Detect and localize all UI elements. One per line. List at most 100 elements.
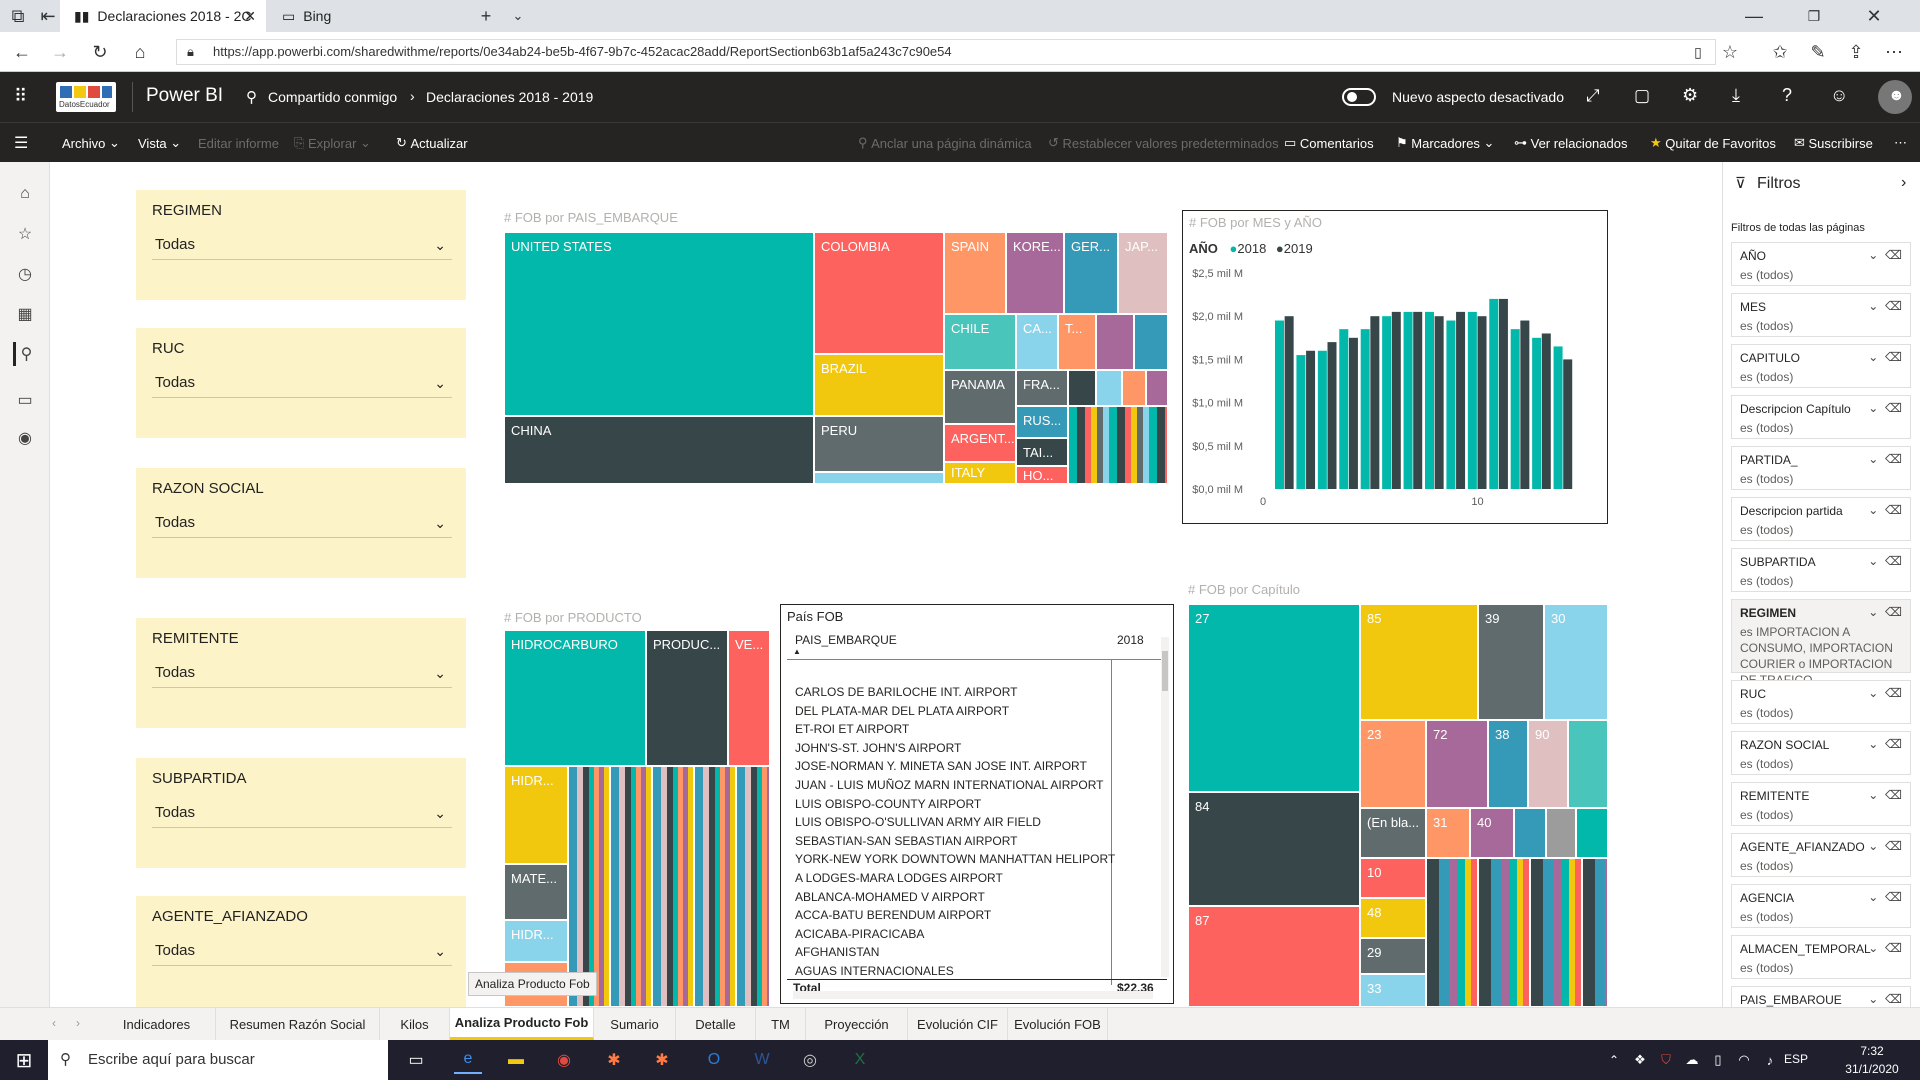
treemap-tile[interactable]: FRA... bbox=[1016, 370, 1068, 406]
table-row[interactable]: AFGHANISTAN bbox=[795, 945, 1115, 963]
slicer-regimen[interactable]: REGIMEN Todas ⌄ bbox=[136, 190, 466, 300]
window-close-icon[interactable]: ✕ bbox=[1860, 2, 1888, 30]
chrome-icon[interactable]: ◉ bbox=[550, 1046, 578, 1074]
page-tab[interactable]: Resumen Razón Social bbox=[216, 1008, 380, 1040]
more-icon[interactable]: ⋯ bbox=[1880, 38, 1908, 66]
treemap-tile[interactable] bbox=[1122, 370, 1146, 406]
treemap-tile[interactable]: PANAMA bbox=[944, 370, 1016, 424]
chevron-down-icon[interactable]: ⌄ ⌫ bbox=[1868, 941, 1902, 955]
excel-icon[interactable]: X bbox=[846, 1046, 874, 1074]
slicer-razon-social[interactable]: RAZON SOCIAL Todas ⌄ bbox=[136, 468, 466, 578]
smiley-icon[interactable]: ☺ bbox=[1830, 85, 1848, 106]
treemap-tile[interactable]: CA... bbox=[1016, 314, 1058, 370]
app-launcher-icon[interactable]: ⠿ bbox=[14, 86, 27, 107]
chevron-right-icon[interactable]: › bbox=[1901, 174, 1906, 192]
treemap-tile[interactable]: 72 bbox=[1426, 720, 1488, 808]
avatar[interactable]: ☻ bbox=[1878, 80, 1912, 114]
marcadores-menu[interactable]: ⚑ Marcadores ⌄ bbox=[1396, 123, 1494, 163]
my-workspace-icon[interactable]: ◉ bbox=[13, 426, 37, 450]
chevron-down-icon[interactable]: ⌄ ⌫ bbox=[1868, 788, 1902, 802]
chevron-down-icon[interactable]: ⌄ bbox=[504, 2, 532, 30]
treemap-tile[interactable]: ARGENT... bbox=[944, 424, 1016, 462]
treemap-tile[interactable]: CHILE bbox=[944, 314, 1016, 370]
filter-card[interactable]: Descripcion Capítulo es (todos) ⌄ ⌫ bbox=[1731, 395, 1911, 439]
table-row[interactable]: ET-ROI ET AIRPORT bbox=[795, 722, 1115, 740]
volume-icon[interactable]: ♪ bbox=[1756, 1046, 1784, 1074]
security-icon[interactable]: ⛉ bbox=[1652, 1046, 1680, 1074]
app-icon[interactable]: ✱ bbox=[648, 1046, 676, 1074]
filter-card[interactable]: AÑO es (todos) ⌄ ⌫ bbox=[1731, 242, 1911, 286]
page-tab[interactable]: Evolución CIF bbox=[908, 1008, 1008, 1040]
bar-2018[interactable] bbox=[1467, 311, 1477, 489]
bar-2018[interactable] bbox=[1553, 346, 1563, 489]
bar-2019[interactable] bbox=[1413, 311, 1423, 489]
tab-actions-icon[interactable]: ⧉ bbox=[4, 2, 32, 30]
table-row[interactable]: JUAN - LUIS MUÑOZ MARN INTERNATIONAL AIR… bbox=[795, 778, 1115, 796]
table-row[interactable]: LUIS OBISPO-O'SULLIVAN ARMY AIR FIELD bbox=[795, 815, 1115, 833]
filter-card[interactable]: CAPITULO es (todos) ⌄ ⌫ bbox=[1731, 344, 1911, 388]
chevron-down-icon[interactable]: ⌄ ⌫ bbox=[1868, 992, 1902, 1006]
chevron-up-icon[interactable]: ⌃ bbox=[1600, 1046, 1628, 1074]
chevron-down-icon[interactable]: ⌄ ⌫ bbox=[1868, 554, 1902, 568]
treemap-tile[interactable]: 38 bbox=[1488, 720, 1528, 808]
bar-2018[interactable] bbox=[1339, 329, 1349, 489]
forward-icon[interactable]: → bbox=[46, 38, 74, 66]
treemap-tile[interactable] bbox=[1146, 370, 1168, 406]
comment-icon[interactable]: ▢ bbox=[1634, 86, 1650, 106]
bar-2019[interactable] bbox=[1456, 311, 1466, 489]
slicer-remitente[interactable]: REMITENTE Todas ⌄ bbox=[136, 618, 466, 728]
help-icon[interactable]: ? bbox=[1782, 85, 1792, 106]
table-row[interactable]: ACCA-BATU BERENDUM AIRPORT bbox=[795, 908, 1115, 926]
table-scrollbar[interactable] bbox=[1161, 637, 1169, 977]
recent-icon[interactable]: ◷ bbox=[13, 262, 37, 286]
slicer-dropdown[interactable]: Todas ⌄ bbox=[152, 936, 452, 966]
treemap-tile[interactable]: HIDROCARBURO bbox=[504, 630, 646, 766]
hamburger-icon[interactable]: ☰ bbox=[14, 133, 28, 153]
slicer-agente-afianzado[interactable]: AGENTE_AFIANZADO Todas ⌄ bbox=[136, 896, 466, 1007]
treemap-tile[interactable]: PRODUC... bbox=[646, 630, 728, 766]
table-row[interactable]: LUIS OBISPO-COUNTY AIRPORT bbox=[795, 797, 1115, 815]
bar-2019[interactable] bbox=[1563, 359, 1573, 489]
vista-menu[interactable]: Vista ⌄ bbox=[138, 123, 181, 163]
task-view-icon[interactable]: ▭ bbox=[402, 1046, 430, 1074]
word-icon[interactable]: W bbox=[748, 1046, 776, 1074]
filter-card[interactable]: MES es (todos) ⌄ ⌫ bbox=[1731, 293, 1911, 337]
treemap-tile[interactable] bbox=[568, 766, 770, 1007]
slicer-dropdown[interactable]: Todas ⌄ bbox=[152, 368, 452, 398]
chevron-down-icon[interactable]: ⌄ ⌫ bbox=[1868, 890, 1902, 904]
bar-2018[interactable] bbox=[1532, 337, 1542, 489]
filter-card[interactable]: SUBPARTIDA es (todos) ⌄ ⌫ bbox=[1731, 548, 1911, 592]
table-h-scrollbar[interactable] bbox=[793, 991, 1153, 999]
treemap-tile[interactable]: VE... bbox=[728, 630, 770, 766]
chevron-down-icon[interactable]: ⌄ ⌫ bbox=[1868, 503, 1902, 517]
settings-gear-icon[interactable]: ⚙ bbox=[1682, 85, 1698, 106]
actualizar-button[interactable]: ↻ Actualizar bbox=[396, 123, 468, 163]
edge-icon[interactable]: e bbox=[454, 1046, 482, 1074]
file-explorer-icon[interactable]: ▬ bbox=[502, 1046, 530, 1074]
suscribirse-button[interactable]: ✉ Suscribirse bbox=[1794, 123, 1873, 163]
next-page-icon[interactable]: › bbox=[76, 1016, 80, 1030]
filter-card[interactable]: Descripcion partida es (todos) ⌄ ⌫ bbox=[1731, 497, 1911, 541]
back-icon[interactable]: ← bbox=[8, 38, 36, 66]
filter-card[interactable]: RUC es (todos) ⌄ ⌫ bbox=[1731, 680, 1911, 724]
close-icon[interactable]: ✕ bbox=[244, 8, 256, 25]
chevron-down-icon[interactable]: ⌄ ⌫ bbox=[1868, 839, 1902, 853]
page-tab[interactable]: Analiza Producto Fob bbox=[450, 1008, 594, 1040]
app-icon[interactable]: ✱ bbox=[600, 1046, 628, 1074]
restore-icon[interactable]: ❐ bbox=[1800, 2, 1828, 30]
treemap-tile[interactable]: 30 bbox=[1544, 604, 1608, 720]
treemap-tile[interactable]: 31 bbox=[1426, 808, 1470, 858]
chart-fob-mes[interactable]: # FOB por MES y AÑO AÑO ●2018 ●2019 $0,0… bbox=[1182, 210, 1608, 524]
page-tab[interactable]: Evolución FOB bbox=[1008, 1008, 1108, 1040]
breadcrumb-shared[interactable]: Compartido conmigo bbox=[268, 89, 397, 105]
treemap-tile[interactable] bbox=[1568, 720, 1608, 808]
slicer-dropdown[interactable]: Todas ⌄ bbox=[152, 658, 452, 688]
treemap-tile[interactable]: KORE... bbox=[1006, 232, 1064, 314]
chevron-down-icon[interactable]: ⌄ ⌫ bbox=[1868, 737, 1902, 751]
bar-2019[interactable] bbox=[1498, 298, 1508, 489]
bar-2018[interactable] bbox=[1382, 316, 1392, 489]
download-icon[interactable]: ⤓ bbox=[1732, 85, 1740, 106]
filter-card[interactable]: PARTIDA_ es (todos) ⌄ ⌫ bbox=[1731, 446, 1911, 490]
filter-card[interactable]: REMITENTE es (todos) ⌄ ⌫ bbox=[1731, 782, 1911, 826]
bar-2019[interactable] bbox=[1327, 342, 1337, 489]
